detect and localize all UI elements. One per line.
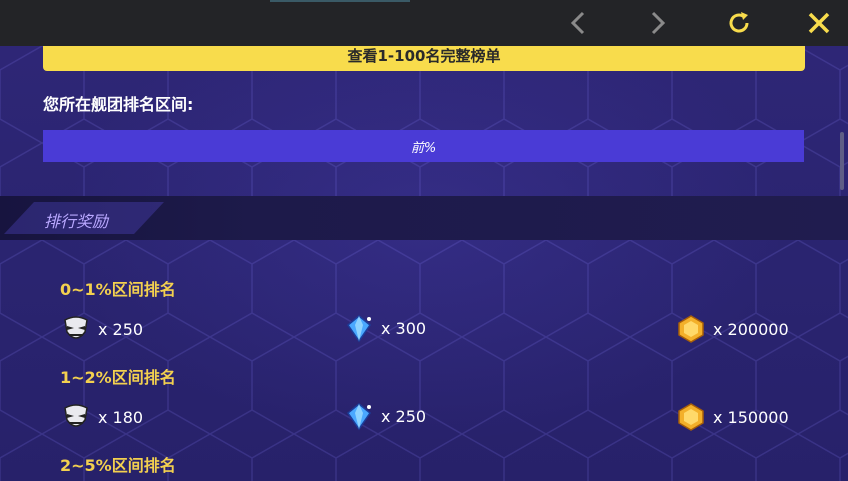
coin-icon	[675, 313, 707, 345]
forward-button[interactable]	[643, 8, 673, 38]
back-button[interactable]	[563, 8, 593, 38]
top-toolbar	[0, 0, 848, 46]
reward-item: x 150000	[675, 401, 789, 433]
close-icon	[808, 12, 830, 34]
reward-qty: x 250	[98, 319, 144, 339]
tier-label: 2~5%区间排名	[60, 456, 176, 475]
chevron-left-icon	[570, 11, 585, 35]
mask-icon	[60, 313, 92, 345]
mask-icon	[60, 401, 92, 433]
section-title: 排行奖励	[44, 212, 109, 231]
coin-icon	[675, 401, 707, 433]
reward-qty: x 200000	[713, 319, 789, 339]
refresh-icon	[729, 12, 749, 33]
crystal-icon	[343, 400, 375, 432]
reward-section-header: 排行奖励	[0, 196, 848, 240]
rank-range-value: 前%	[410, 140, 437, 156]
reward-item: x 250	[343, 400, 426, 432]
refresh-button[interactable]	[724, 8, 754, 38]
toolbar-accent-line	[270, 0, 410, 2]
reward-qty: x 150000	[713, 407, 789, 427]
reward-item: x 300	[343, 312, 426, 344]
reward-item: x 200000	[675, 313, 789, 345]
reward-item: x 180	[60, 401, 143, 433]
view-full-leaderboard-button[interactable]: 查看1-100名完整榜单	[43, 46, 805, 71]
rank-range-value-bar: 前%	[43, 130, 804, 162]
chevron-right-icon	[651, 11, 666, 35]
reward-qty: x 180	[98, 407, 144, 427]
rank-range-label: 您所在舰团排名区间:	[43, 95, 194, 114]
close-button[interactable]	[804, 8, 834, 38]
reward-item: x 250	[60, 313, 143, 345]
tier-label: 0~1%区间排名	[60, 280, 176, 299]
crystal-icon	[343, 312, 375, 344]
reward-qty: x 300	[381, 318, 427, 338]
tier-label: 1~2%区间排名	[60, 368, 176, 387]
leaderboard-panel: 查看1-100名完整榜单 您所在舰团排名区间: 前% 排行奖励 0~1%区间排名…	[0, 46, 848, 481]
reward-qty: x 250	[381, 406, 427, 426]
scrollbar-thumb[interactable]	[840, 132, 844, 190]
